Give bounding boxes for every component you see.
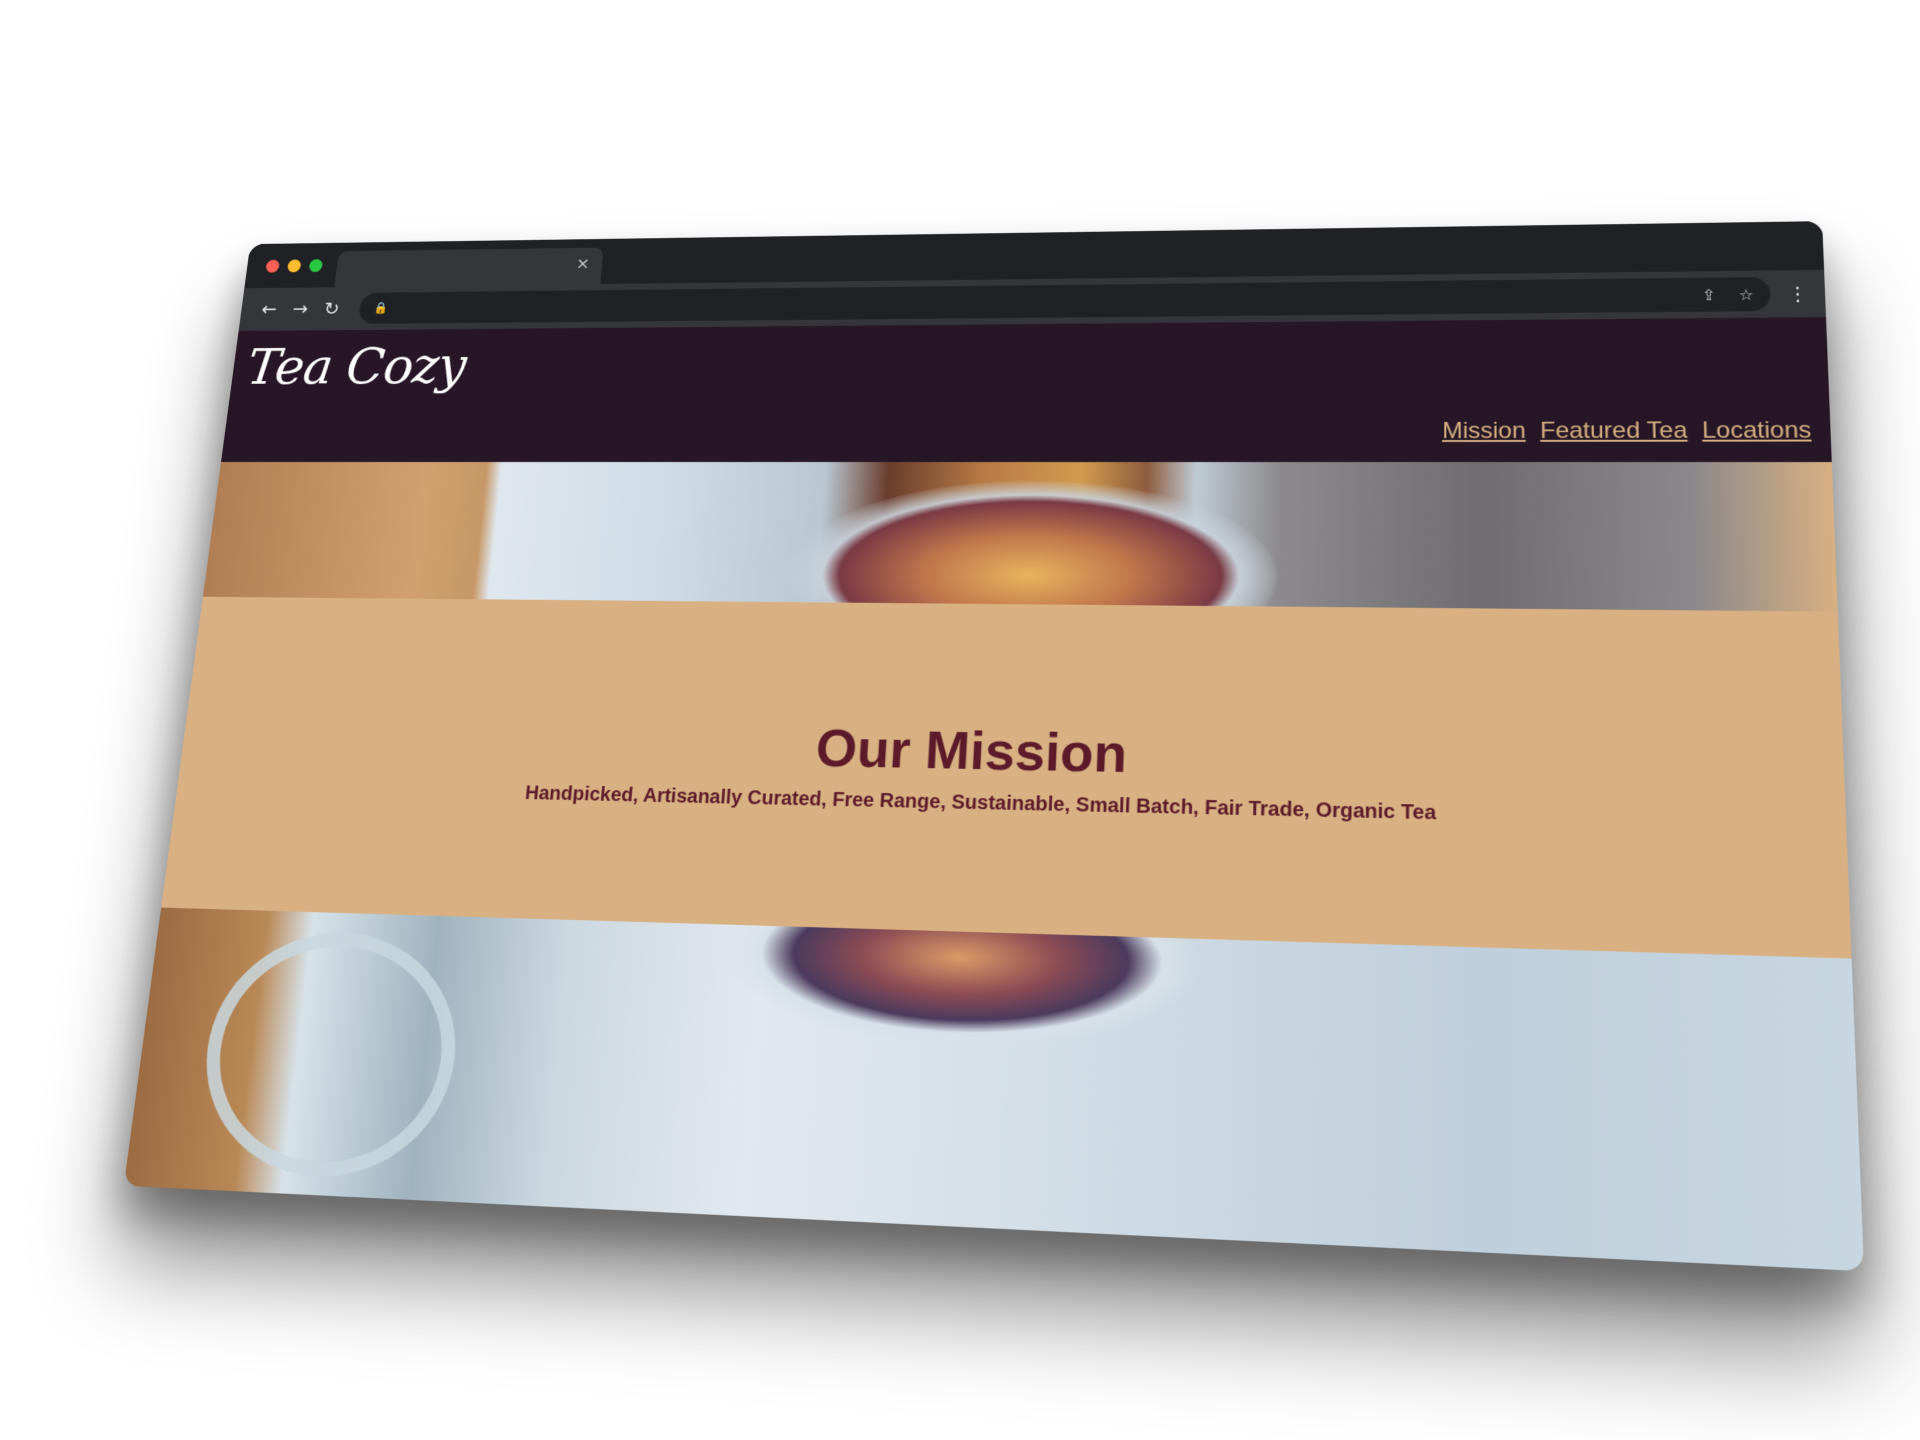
close-icon[interactable]: × [575, 255, 590, 273]
share-icon[interactable]: ⇪ [1701, 286, 1715, 304]
active-tab[interactable]: × [334, 247, 604, 288]
mission-section: Our Mission Handpicked, Artisanally Cura… [161, 596, 1852, 959]
glass-jar-shape [192, 929, 467, 1183]
back-arrow-icon[interactable]: ← [252, 294, 287, 325]
site-logo: Tea Cozy [243, 337, 469, 397]
nav-link-locations[interactable]: Locations [1702, 417, 1812, 444]
lock-icon[interactable]: 🔒 [373, 302, 389, 315]
web-page: Tea Cozy Mission Featured Tea Locations … [123, 317, 1865, 1272]
site-nav: Mission Featured Tea Locations [1442, 417, 1812, 445]
address-bar-actions: ⇪ ☆ [1701, 285, 1753, 303]
minimize-window-button[interactable] [286, 259, 302, 273]
address-bar[interactable]: 🔒 ⇪ ☆ [357, 277, 1771, 324]
window-controls [265, 259, 324, 273]
nav-link-mission[interactable]: Mission [1442, 418, 1526, 445]
browser-window: × ← → ↻ 🔒 ⇪ ☆ ⋮ Tea Cozy Mission Feature… [123, 221, 1865, 1272]
browser-menu-icon[interactable]: ⋮ [1785, 282, 1811, 305]
hero-image [202, 462, 1838, 612]
site-header: Tea Cozy Mission Featured Tea Locations [221, 317, 1832, 463]
close-window-button[interactable] [265, 259, 280, 273]
maximize-window-button[interactable] [308, 259, 324, 273]
stage: × ← → ↻ 🔒 ⇪ ☆ ⋮ Tea Cozy Mission Feature… [0, 0, 1920, 1440]
reload-icon[interactable]: ↻ [314, 293, 349, 324]
nav-link-featured-tea[interactable]: Featured Tea [1540, 418, 1688, 445]
star-icon[interactable]: ☆ [1738, 285, 1754, 303]
forward-arrow-icon[interactable]: → [283, 293, 318, 324]
tea-jar-image [123, 907, 1865, 1272]
